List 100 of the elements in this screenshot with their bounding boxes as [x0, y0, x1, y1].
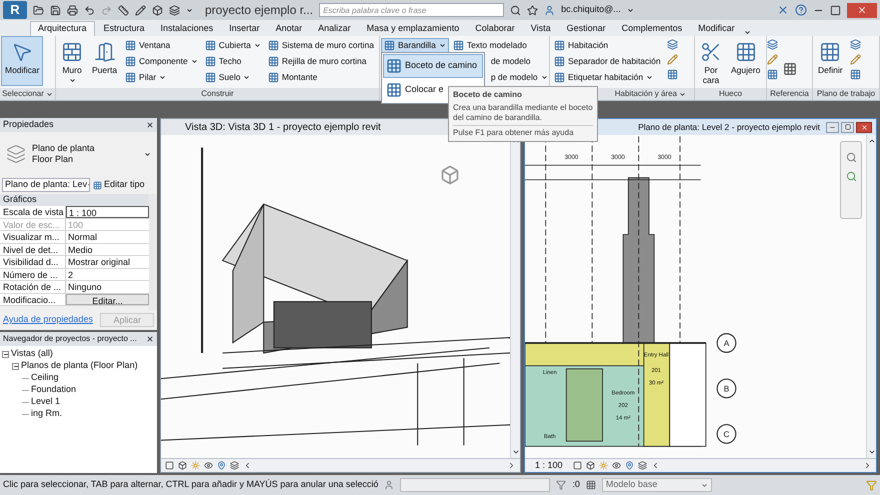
- tree-item[interactable]: Foundation: [31, 383, 76, 397]
- zoom-icon[interactable]: [846, 171, 856, 182]
- ribbon-tool[interactable]: Suelo: [202, 70, 264, 85]
- ribbon-tool[interactable]: Pilar: [122, 70, 201, 85]
- grid-icon[interactable]: [850, 69, 861, 80]
- ribbon-tool[interactable]: Barandilla: [381, 38, 449, 53]
- pin-icon[interactable]: [217, 461, 226, 470]
- tree-item[interactable]: ing Rm.: [31, 407, 62, 421]
- printer-icon[interactable]: [67, 4, 78, 16]
- grid-icon[interactable]: [586, 480, 596, 490]
- ribbon-tool[interactable]: Habitación: [551, 38, 664, 53]
- layers-icon[interactable]: [767, 39, 778, 50]
- layers-icon[interactable]: [638, 461, 647, 470]
- property-value[interactable]: 2: [66, 268, 149, 280]
- property-value[interactable]: Normal: [66, 231, 149, 242]
- ribbon-tool[interactable]: Sistema de muro cortina: [264, 38, 377, 53]
- layers-icon[interactable]: [850, 39, 861, 50]
- scroll-left-icon[interactable]: [243, 461, 252, 470]
- ribbon-tab[interactable]: Analizar: [311, 21, 358, 36]
- menu-item[interactable]: Boceto de camino: [383, 54, 483, 78]
- ribbon-tab[interactable]: Instalaciones: [154, 21, 220, 36]
- layers-icon[interactable]: [169, 4, 180, 16]
- user-icon[interactable]: [544, 4, 556, 16]
- workset-field[interactable]: [400, 478, 550, 492]
- maximize-icon[interactable]: [830, 4, 841, 16]
- ribbon-tool[interactable]: de modelo: [488, 54, 534, 69]
- scale-label[interactable]: 1 : 100: [529, 458, 569, 472]
- close-icon[interactable]: [146, 335, 154, 343]
- ribbon-tab[interactable]: Anotar: [268, 21, 310, 36]
- ribbon-tool[interactable]: Agujero: [727, 36, 764, 86]
- eye-icon[interactable]: [204, 461, 213, 470]
- property-value[interactable]: Ninguno: [66, 281, 149, 292]
- ribbon-tab[interactable]: Estructura: [96, 21, 152, 36]
- cube-icon[interactable]: [152, 4, 163, 16]
- cube-icon[interactable]: [586, 461, 595, 470]
- edit-button[interactable]: Editar...: [66, 294, 149, 305]
- property-value[interactable]: Medio: [66, 244, 149, 255]
- tree-item[interactable]: Ceiling: [31, 371, 59, 385]
- ribbon-tool[interactable]: Modificar: [1, 36, 44, 86]
- layers-icon[interactable]: [230, 461, 239, 470]
- undo-icon[interactable]: [84, 4, 95, 16]
- scroll-down-icon[interactable]: [512, 448, 520, 456]
- collapse-icon[interactable]: [12, 362, 19, 370]
- help-icon[interactable]: [795, 4, 807, 16]
- section-header[interactable]: Gráficos: [0, 194, 149, 206]
- layers-icon[interactable]: [666, 39, 678, 50]
- ribbon-tool[interactable]: Texto modelado: [450, 38, 551, 53]
- ribbon-tool[interactable]: Ventana: [122, 38, 201, 53]
- folder-icon[interactable]: [33, 4, 44, 16]
- ribbon-tool[interactable]: Muro: [57, 36, 87, 86]
- view-cube-icon[interactable]: [440, 165, 460, 185]
- save-icon[interactable]: [50, 4, 61, 16]
- ribbon-tab[interactable]: Modificar: [691, 21, 742, 36]
- model-dropdown[interactable]: Modelo base: [602, 478, 712, 492]
- ribbon-tool[interactable]: Etiquetar habitación: [551, 70, 664, 85]
- ribbon-tool[interactable]: Montante: [264, 70, 377, 85]
- ruler-icon[interactable]: [118, 4, 129, 16]
- ribbon-tab[interactable]: Vista: [524, 21, 558, 36]
- ribbon-tool[interactable]: Puerta: [88, 36, 122, 86]
- search-field[interactable]: Escriba palabra clave o frase: [319, 3, 504, 17]
- type-selector[interactable]: Plano de planta Floor Plan: [0, 132, 157, 176]
- grid-icon[interactable]: [782, 62, 796, 76]
- scroll-right-icon[interactable]: [507, 461, 516, 470]
- ribbon-tab[interactable]: Masa y emplazamiento: [360, 21, 466, 36]
- cube-icon[interactable]: [178, 461, 187, 470]
- tree-item[interactable]: Planos de planta (Floor Plan): [21, 359, 138, 373]
- property-value[interactable]: Mostrar original: [66, 256, 149, 268]
- star-icon[interactable]: [527, 4, 538, 16]
- ribbon-tool[interactable]: p de modelo: [488, 70, 551, 85]
- ribbon-tab[interactable]: Arquitectura: [30, 21, 95, 36]
- pencil-icon[interactable]: [135, 4, 146, 16]
- filter-icon[interactable]: [556, 480, 566, 490]
- search-icon[interactable]: [510, 4, 522, 16]
- user-name[interactable]: bc.chiquito@...: [561, 3, 621, 17]
- ribbon-tab[interactable]: Colaborar: [468, 21, 522, 36]
- ribbon-tool[interactable]: Techo: [202, 54, 264, 69]
- close-button[interactable]: [856, 122, 872, 132]
- ribbon-tab[interactable]: Complementos: [614, 21, 690, 36]
- frame-icon[interactable]: [572, 461, 582, 470]
- edit-type-button[interactable]: Editar tipo: [93, 178, 145, 192]
- scroll-down-icon[interactable]: [868, 448, 876, 456]
- ribbon-tool[interactable]: Separador de habitación: [551, 54, 664, 69]
- scroll-right-icon[interactable]: [863, 461, 872, 470]
- zoom-icon[interactable]: [846, 152, 856, 163]
- ribbon-tool[interactable]: Rejilla de muro cortina: [264, 54, 377, 69]
- property-value[interactable]: 1 : 100: [66, 206, 149, 218]
- help-link[interactable]: Ayuda de propiedades: [3, 313, 93, 327]
- collapse-icon[interactable]: [2, 350, 9, 358]
- ribbon-tool[interactable]: Definir: [814, 36, 847, 86]
- user-icon[interactable]: [384, 480, 394, 490]
- ribbon-tab[interactable]: Gestionar: [560, 21, 613, 36]
- grid-icon[interactable]: [666, 69, 678, 80]
- ribbon-tab[interactable]: Insertar: [222, 21, 267, 36]
- pin-icon[interactable]: [624, 461, 634, 470]
- grid-icon[interactable]: [767, 69, 778, 80]
- eye-icon[interactable]: [612, 461, 621, 470]
- app-logo[interactable]: R: [3, 1, 27, 19]
- tree-item[interactable]: Vistas (all): [11, 347, 53, 361]
- instance-dropdown[interactable]: Plano de planta: Lev: [2, 178, 90, 192]
- tree-item[interactable]: Level 1: [31, 395, 60, 409]
